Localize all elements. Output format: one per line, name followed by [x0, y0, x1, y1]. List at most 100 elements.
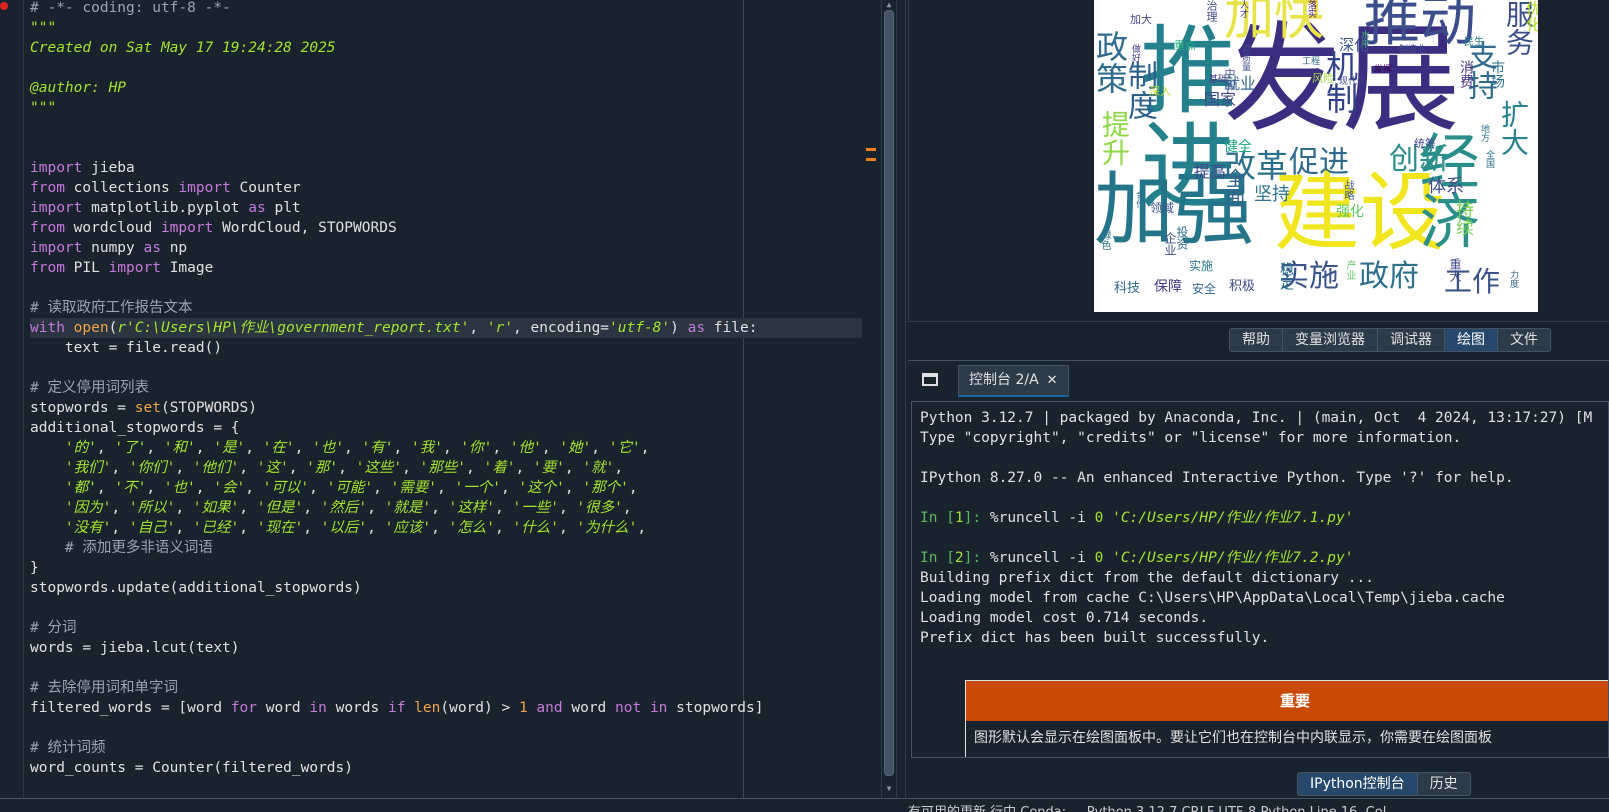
wordcloud-word: 持续 [1453, 200, 1474, 236]
scroll-up-icon[interactable]: ▲ [882, 0, 896, 10]
code-line[interactable]: '的', '了', '和', '是', '在', '也', '有', '我', … [30, 438, 862, 458]
console-line[interactable] [920, 488, 1608, 508]
editor-gutter[interactable] [0, 0, 24, 798]
wordcloud-word: 企业 [1163, 232, 1177, 256]
code-line[interactable]: with open(r'C:\Users\HP\作业\government_re… [30, 318, 862, 338]
important-notice: 重要 图形默认会显示在绘图面板中。要让它们也在控制台中内联显示，你需要在绘图面板 [965, 680, 1608, 757]
console-line[interactable] [920, 528, 1608, 548]
editor-scrollbar[interactable]: ▲ ▼ [881, 0, 895, 798]
plot-tab-1[interactable]: 变量浏览器 [1283, 329, 1378, 351]
code-line[interactable]: additional_stopwords = { [30, 418, 862, 438]
console-line[interactable]: Python 3.12.7 | packaged by Anaconda, In… [920, 408, 1608, 428]
wordcloud-word: 基础 [1209, 75, 1228, 85]
code-line[interactable]: """ [30, 18, 862, 38]
scrollbar-thumb[interactable] [884, 10, 894, 776]
wordcloud-word: 风险 [1312, 72, 1334, 85]
code-line[interactable]: # 读取政府工作报告文本 [30, 298, 862, 318]
wordcloud-word: 安全 [1192, 282, 1217, 296]
wordcloud-word: 制造业 [1399, 45, 1427, 55]
console-tab-1[interactable]: 历史 [1418, 773, 1470, 795]
code-line[interactable]: '都', '不', '也', '会', '可以', '可能', '需要', '一… [30, 478, 862, 498]
wordcloud-word: 统筹 [1414, 137, 1436, 150]
console-line[interactable] [920, 448, 1608, 468]
code-line[interactable] [30, 138, 862, 158]
code-line[interactable] [30, 658, 862, 678]
plots-pane: 发展 推进 加强 建设 经济 推动 加快 政策 制度 机制 改革 促进 创新 提升 实施 政府 工作 支持 扩大 服务… [908, 0, 1609, 322]
code-line[interactable]: '我们', '你们', '他们', '这', '那', '这些', '那些', … [30, 458, 862, 478]
code-line[interactable]: # 定义停用词列表 [30, 378, 862, 398]
console-line[interactable]: Prefix dict has been built successfully. [920, 628, 1608, 648]
plots-pane-tabs: 帮助 变量浏览器 调试器 绘图 文件 [1229, 328, 1551, 352]
code-line[interactable]: '没有', '自己', '已经', '现在', '以后', '应该', '怎么'… [30, 518, 862, 538]
wordcloud-word: 促进 [1289, 145, 1349, 180]
wordcloud-word: 领域 [1150, 201, 1175, 215]
wordcloud-word: 国家 [1204, 90, 1237, 109]
console-line[interactable]: In [2]: %runcell -i 0 'C:/Users/HP/作业/作业… [920, 548, 1608, 568]
plot-tab-3[interactable]: 绘图 [1445, 329, 1498, 351]
code-line[interactable]: word_counts = Counter(filtered_words) [30, 758, 862, 778]
wordcloud-word: 稳定 [1278, 262, 1294, 290]
code-line[interactable] [30, 598, 862, 618]
code-editor[interactable]: # -*- coding: utf-8 -*- """ Created on Sat… [0, 0, 878, 798]
code-line[interactable] [30, 358, 862, 378]
code-line[interactable] [30, 58, 862, 78]
code-line[interactable]: from wordcloud import WordCloud, STOPWOR… [30, 218, 862, 238]
wordcloud-word: 保障 [1154, 279, 1182, 295]
console-tab-label: 控制台 2/A [969, 372, 1039, 388]
breakpoint-icon[interactable] [0, 2, 8, 10]
code-line[interactable]: """ [30, 98, 862, 118]
console-line[interactable]: IPython 8.27.0 -- An enhanced Interactiv… [920, 468, 1608, 488]
pane-splitter[interactable] [896, 0, 906, 798]
code-line[interactable]: filtered_words = [word for word in words… [30, 698, 862, 718]
code-line[interactable]: stopwords = set(STOPWORDS) [30, 398, 862, 418]
wordcloud-word: 加大 [1130, 13, 1152, 26]
plot-tab-4[interactable]: 文件 [1498, 329, 1550, 351]
code-line[interactable] [30, 278, 862, 298]
code-line[interactable]: # -*- coding: utf-8 -*- [30, 0, 862, 18]
console-line[interactable]: Loading model cost 0.714 seconds. [920, 608, 1608, 628]
warning-marker[interactable] [866, 148, 876, 151]
wordcloud-word: 积极 [1229, 279, 1256, 294]
wordcloud-word: 优化 [1523, 0, 1538, 32]
console-line[interactable]: Building prefix dict from the default di… [920, 568, 1608, 588]
warning-marker[interactable] [866, 158, 876, 161]
console-output[interactable]: Python 3.12.7 | packaged by Anaconda, In… [911, 401, 1609, 758]
console-line[interactable]: In [1]: %runcell -i 0 'C:/Users/HP/作业/作业… [920, 508, 1608, 528]
code-line[interactable]: from collections import Counter [30, 178, 862, 198]
plot-tab-0[interactable]: 帮助 [1230, 329, 1283, 351]
code-line[interactable]: @author: HP [30, 78, 862, 98]
code-line[interactable]: # 去除停用词和单字词 [30, 678, 862, 698]
important-notice-text: 图形默认会显示在绘图面板中。要让它们也在控制台中内联显示，你需要在绘图面板 [974, 730, 1492, 746]
plot-tab-2[interactable]: 调试器 [1378, 329, 1445, 351]
console-line[interactable]: Type "copyright", "credits" or "license"… [920, 428, 1608, 448]
close-icon[interactable]: ✕ [1047, 373, 1058, 388]
code-line[interactable]: # 分词 [30, 618, 862, 638]
wordcloud-word: 治理 [1205, 0, 1218, 22]
code-line[interactable]: words = jieba.lcut(text) [30, 638, 862, 658]
code-line[interactable]: import numpy as np [30, 238, 862, 258]
code-line[interactable]: '因为', '所以', '如果', '但是', '然后', '就是', '这样'… [30, 498, 862, 518]
wordcloud-word: 体系 [1428, 176, 1464, 197]
code-line[interactable]: import matplotlib.pyplot as plt [30, 198, 862, 218]
wordcloud-word: 人才 [1238, 0, 1248, 18]
wordcloud-word: 落实 [1306, 0, 1316, 18]
console-line[interactable]: Loading model from cache C:\Users\HP\App… [920, 588, 1608, 608]
tab-console[interactable]: 控制台 2/A ✕ [958, 365, 1069, 397]
code-line[interactable]: from PIL import Image [30, 258, 862, 278]
code-line[interactable]: text = file.read() [30, 338, 862, 358]
code-line[interactable] [30, 118, 862, 138]
code-line[interactable]: import jieba [30, 158, 862, 178]
code-line[interactable] [30, 718, 862, 738]
scroll-down-icon[interactable]: ▼ [882, 784, 896, 796]
code-line[interactable]: } [30, 558, 862, 578]
code-line[interactable]: # 统计词频 [30, 738, 862, 758]
code-line[interactable]: # 添加更多非语义词语 [30, 538, 862, 558]
code-line[interactable]: Created on Sat May 17 19:24:28 2025 [30, 38, 862, 58]
code-line[interactable]: stopwords.update(additional_stopwords) [30, 578, 862, 598]
console-window-icon[interactable] [922, 373, 938, 386]
code-lines[interactable]: # -*- coding: utf-8 -*- """ Created on Sat… [30, 0, 862, 778]
wordcloud-word: 产业 [1344, 260, 1355, 280]
wordcloud-word: 合作 [1134, 190, 1144, 208]
console-tab-0[interactable]: IPython控制台 [1298, 773, 1418, 795]
wordcloud-word: 发挥 [1374, 65, 1393, 75]
